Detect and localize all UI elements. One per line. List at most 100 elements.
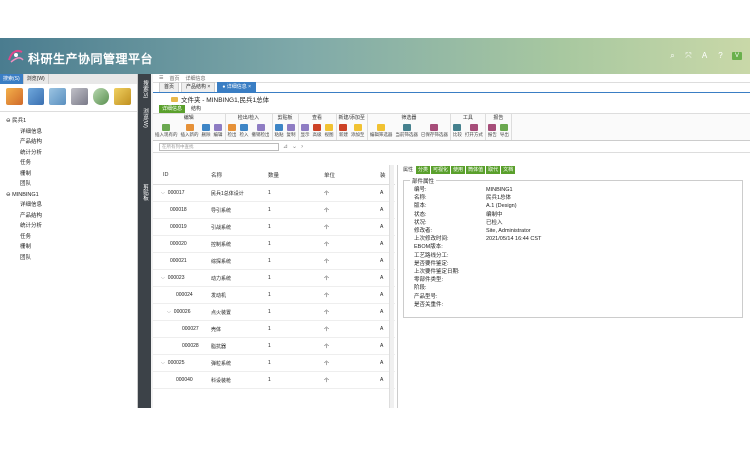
ribbon-group: 报告 报告 导出 (486, 114, 512, 140)
tree-node[interactable]: ⊖ 民兵1 (6, 116, 131, 127)
tree-node[interactable]: 详细信息 (6, 200, 131, 211)
ribbon-button[interactable]: 添加至 (351, 123, 364, 138)
ribbon-button[interactable]: 导出 (500, 123, 509, 138)
tree-node[interactable]: 任务 (6, 232, 131, 243)
tree-node[interactable]: 产品结构 (6, 137, 131, 148)
tab-search[interactable]: 搜索(S) (0, 74, 24, 84)
ribbon-button[interactable]: 报告 (488, 123, 497, 138)
props-tab[interactable]: 取代 (486, 166, 501, 174)
font-size-icon[interactable]: A (700, 51, 709, 60)
ribbon-button[interactable]: 编辑筛选器 (370, 123, 392, 138)
col-id[interactable]: ID (153, 172, 211, 178)
user-badge[interactable]: V (731, 51, 742, 60)
table-row[interactable]: 000018 导引系统 1 个 A (153, 202, 395, 219)
search-icon[interactable]: ⌕ (668, 51, 677, 60)
props-tab[interactable]: 属性 (401, 166, 416, 174)
expand-caret-icon[interactable]: ⌵ (161, 190, 165, 196)
tab-details[interactable]: ● 详细信息 × (217, 82, 257, 92)
top-home-link[interactable]: 首页 (169, 75, 179, 82)
ribbon-button[interactable]: 显示 (301, 123, 310, 138)
fullscreen-icon[interactable]: ⤧ (684, 51, 693, 60)
trash-icon[interactable] (71, 88, 88, 105)
row-id: 000019 (153, 224, 211, 230)
col-qty[interactable]: 数量 (268, 171, 324, 179)
table-row[interactable]: 000020 控制系统 1 个 A (153, 236, 395, 253)
library-icon[interactable] (49, 88, 67, 105)
ribbon-action-icon (402, 123, 411, 131)
dock-clipboard[interactable]: 剪贴板 (140, 184, 149, 201)
table-row[interactable]: 000028 脂抗器 1 个 A (153, 338, 395, 355)
ribbon-button[interactable]: 当前筛选器 (395, 123, 418, 138)
tree-node[interactable]: 详细信息 (6, 127, 131, 138)
table-row[interactable]: ⌵ 000026 点火装置 1 个 A (153, 304, 395, 321)
tree-node[interactable]: 统计分析 (6, 148, 131, 159)
grid-icon[interactable]: ☰ (159, 75, 163, 81)
ribbon-button[interactable]: 插入新的 (181, 123, 199, 138)
props-tab[interactable]: 文档 (501, 166, 516, 174)
props-tab[interactable]: 筒体值 (466, 166, 486, 174)
ribbon-button[interactable]: 复制 (287, 123, 296, 138)
tab-browse[interactable]: 浏览(W) (24, 74, 49, 84)
ribbon-button[interactable]: 检出 (227, 123, 237, 138)
ribbon-button[interactable]: 新建 (339, 123, 348, 138)
table-row[interactable]: 000040 科设装枪 1 个 A (153, 372, 395, 389)
table-row[interactable]: 000024 发动机 1 个 A (153, 287, 395, 304)
props-tab[interactable]: 分类 (416, 166, 431, 174)
tab-home[interactable]: 首页 (159, 82, 180, 92)
subtab-structure[interactable]: 结构 (188, 105, 204, 113)
tree-node[interactable]: ⊖ MINBING1 (6, 190, 131, 201)
ribbon-button[interactable]: 视图 (325, 123, 334, 138)
expand-caret-icon[interactable]: ⌵ (161, 275, 165, 281)
breadcrumb-text[interactable]: 文件夹 - MINBING1,民兵1总体 (181, 94, 269, 104)
ribbon-button[interactable]: 打开方式 (465, 123, 483, 138)
folder-icon[interactable] (27, 88, 45, 105)
subtab-details[interactable]: 详细信息 (159, 105, 186, 113)
tree-node[interactable]: 团队 (6, 179, 131, 190)
home-icon[interactable] (6, 88, 23, 105)
ribbon-action-icon (301, 123, 309, 131)
tab-product-structure[interactable]: 产品结构 × (181, 82, 216, 92)
table-row[interactable]: ⌵ 000017 民兵1总体设计 1 个 A (153, 185, 395, 202)
table-row[interactable]: 000021 综探系统 1 个 A (153, 253, 395, 270)
col-name[interactable]: 名称 (211, 171, 268, 179)
table-row[interactable]: ⌵ 000025 弹粒系统 1 个 A (153, 355, 395, 372)
tree-node[interactable]: 产品结构 (6, 211, 131, 222)
tree-node[interactable]: 统计分析 (6, 221, 131, 232)
ribbon-button[interactable]: 粘贴 (275, 123, 284, 138)
ribbon-button[interactable]: 插入现有的 (155, 123, 178, 138)
table-scrollbar[interactable] (389, 165, 394, 408)
help-icon[interactable]: ? (716, 51, 725, 60)
filter-input[interactable]: 在所有列中查找 (159, 142, 279, 151)
col-unit[interactable]: 单位 (324, 171, 380, 179)
ribbon-button[interactable]: 编辑 (214, 123, 223, 138)
ribbon-button[interactable]: 已保存筛选器 (421, 123, 448, 138)
row-id-text: 000025 (167, 360, 185, 366)
tools-icon[interactable] (114, 88, 132, 105)
ribbon-button[interactable]: 高级 (313, 123, 322, 138)
ribbon-button[interactable]: 检入 (240, 123, 249, 138)
ribbon-button-label: 检出 (227, 131, 237, 137)
row-id-text: 000019 (170, 224, 187, 230)
ribbon-group: 编辑 插入现有的 插入新的 删除 编辑 (153, 114, 226, 140)
ribbon-button[interactable]: 撤销检出 (252, 123, 270, 138)
ribbon-button[interactable]: 比较 (453, 123, 462, 138)
expand-caret-icon[interactable]: ⌵ (167, 309, 171, 315)
dock-search[interactable]: 搜索(S) (140, 80, 149, 98)
table-row[interactable]: 000027 壳体 1 个 A (153, 321, 395, 338)
ribbon-button[interactable]: 删除 (202, 123, 211, 138)
filter-icon[interactable]: ⊿ (283, 143, 288, 150)
expand-caret-icon[interactable]: ⌵ (161, 360, 165, 366)
table-row[interactable]: 000019 引战系统 1 个 A (153, 219, 395, 236)
tree-node[interactable]: 团队 (6, 253, 131, 264)
tree-node[interactable]: 任务 (6, 158, 131, 169)
row-id: 000027 (153, 326, 211, 332)
tree-node[interactable]: 栅制 (6, 242, 131, 253)
props-tab[interactable]: 可视化 (431, 166, 451, 174)
search-item-icon[interactable] (92, 88, 110, 105)
chevron-right-icon[interactable]: › (301, 144, 303, 150)
table-row[interactable]: ⌵ 000023 动力系统 1 个 A (153, 270, 395, 287)
chevron-down-icon[interactable]: ⌄ (292, 143, 297, 150)
tree-node[interactable]: 栅制 (6, 169, 131, 180)
dock-browse[interactable]: 浏览(W) (140, 108, 149, 128)
props-tab[interactable]: 使用 (451, 166, 466, 174)
